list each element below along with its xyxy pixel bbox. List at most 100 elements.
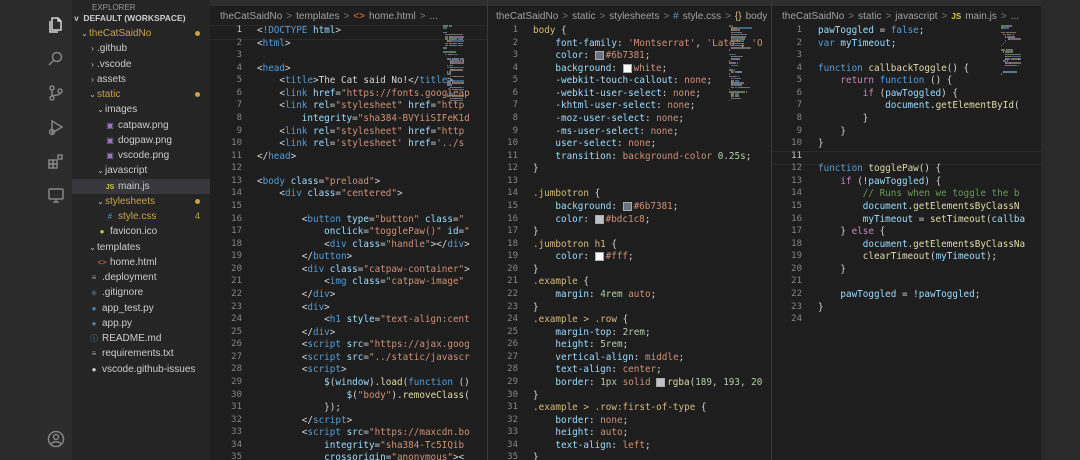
- tree-item-style-css[interactable]: # style.css 4: [72, 209, 210, 224]
- code-line[interactable]: } else {: [818, 226, 885, 237]
- breadcrumb-item[interactable]: theCatSaidNo: [496, 11, 558, 22]
- code-line[interactable]: .jumbotron h1 {: [533, 239, 617, 250]
- code-line[interactable]: border: 1px solid rgba(189, 193, 20: [533, 377, 762, 388]
- tree-item-javascript[interactable]: ⌄javascript: [72, 163, 210, 178]
- code-line[interactable]: <link href="https://fonts.googleap: [257, 88, 469, 99]
- account-icon[interactable]: [47, 430, 65, 448]
- breadcrumb-item[interactable]: home.html: [369, 11, 416, 22]
- tree-item-catpaw-png[interactable]: ▣ catpaw.png: [72, 118, 210, 133]
- color-swatch-icon[interactable]: [656, 377, 666, 387]
- code-line[interactable]: <link rel='stylesheet' href='../s: [257, 138, 464, 149]
- code-line[interactable]: <div class="centered">: [257, 188, 402, 199]
- code-line[interactable]: }: [533, 264, 539, 275]
- workspace-header[interactable]: v DEFAULT (WORKSPACE): [72, 11, 210, 26]
- breadcrumb-item[interactable]: theCatSaidNo: [782, 11, 844, 22]
- search-icon[interactable]: [47, 50, 65, 68]
- code-line[interactable]: color: #bdc1c8;: [533, 214, 650, 225]
- code-line[interactable]: function togglePaw() {: [818, 163, 941, 174]
- code-line[interactable]: -moz-user-select: none;: [533, 113, 684, 124]
- code-line[interactable]: <!DOCTYPE html>: [257, 25, 341, 36]
- tree-item-thecatsaidno[interactable]: ⌄theCatSaidNo: [72, 26, 210, 41]
- code-line[interactable]: <img class="catpaw-image": [257, 276, 464, 287]
- editor-tab-strip[interactable]: [772, 0, 1041, 6]
- code-line[interactable]: -khtml-user-select: none;: [533, 100, 695, 111]
- color-swatch-icon[interactable]: [594, 51, 604, 61]
- css-file-icon[interactable]: #: [673, 11, 679, 22]
- code-line[interactable]: body {: [533, 25, 567, 36]
- code-line[interactable]: return function () {: [818, 75, 952, 86]
- color-swatch-icon[interactable]: [594, 214, 604, 224]
- breadcrumb-item[interactable]: theCatSaidNo: [220, 11, 282, 22]
- code-line[interactable]: <link rel="stylesheet" href="http: [257, 100, 464, 111]
- run-debug-icon[interactable]: [47, 118, 65, 136]
- code-line[interactable]: vertical-align: middle;: [533, 352, 684, 363]
- code-line[interactable]: function callbackToggle() {: [818, 63, 969, 74]
- code-line[interactable]: color: #fff;: [533, 251, 633, 262]
- code-line[interactable]: height: 5rem;: [533, 339, 628, 350]
- code-line[interactable]: border: none;: [533, 415, 628, 426]
- tree-item-readme-md[interactable]: ⓘ README.md: [72, 331, 210, 346]
- editor-pane-js[interactable]: theCatSaidNo > static > javascript > JS main.js…: [772, 0, 1041, 460]
- code-line[interactable]: .example {: [533, 276, 589, 287]
- code-line[interactable]: clearTimeout(myTimeout);: [818, 251, 997, 262]
- breadcrumb-item[interactable]: static: [858, 11, 881, 22]
- files-icon[interactable]: [47, 16, 65, 34]
- color-swatch-icon[interactable]: [622, 63, 632, 73]
- code-line[interactable]: }: [533, 302, 539, 313]
- breadcrumb-item[interactable]: static: [572, 11, 595, 22]
- code-line[interactable]: <html>: [257, 38, 291, 49]
- code-line[interactable]: if (pawToggled) {: [818, 88, 958, 99]
- code-line[interactable]: -webkit-touch-callout: none;: [533, 75, 712, 86]
- code-line[interactable]: <script src="https://maxcdn.bo: [257, 427, 470, 438]
- code-line[interactable]: color: #6b7381;: [533, 50, 650, 61]
- minimap[interactable]: [1001, 25, 1041, 455]
- code-line[interactable]: </head>: [257, 151, 296, 162]
- source-control-icon[interactable]: [47, 84, 65, 102]
- code-line[interactable]: }: [533, 226, 539, 237]
- code-line[interactable]: transition: background-color 0.25s;: [533, 151, 751, 162]
- code-line[interactable]: text-align: center;: [533, 364, 661, 375]
- code-line[interactable]: text-align: left;: [533, 440, 650, 451]
- code-line[interactable]: if (!pawToggled) {: [818, 176, 941, 187]
- minimap[interactable]: [443, 25, 483, 455]
- breadcrumb-item[interactable]: ...: [430, 11, 438, 22]
- code-line[interactable]: document.getElementsByClassNa: [818, 239, 1025, 250]
- html-file-icon[interactable]: <>: [353, 11, 365, 22]
- editor-tab-strip[interactable]: [488, 0, 771, 6]
- code-line[interactable]: </div>: [257, 289, 336, 300]
- breadcrumb-item[interactable]: style.css: [683, 11, 721, 22]
- code-line[interactable]: }: [533, 390, 539, 401]
- code-line[interactable]: }: [818, 138, 824, 149]
- code-line[interactable]: }: [818, 302, 824, 313]
- remote-explorer-icon[interactable]: [47, 186, 65, 204]
- tree-item-app-py[interactable]: ● app.py: [72, 316, 210, 331]
- tree-item--github[interactable]: › .github: [72, 41, 210, 56]
- tree-item--gitignore[interactable]: ◆ .gitignore: [72, 285, 210, 300]
- code-line[interactable]: </button>: [257, 251, 352, 262]
- code-line[interactable]: integrity="sha384-BVYiiSIFeK1d: [257, 113, 470, 124]
- code-line[interactable]: }: [818, 113, 869, 124]
- minimap[interactable]: [729, 25, 769, 455]
- code-line[interactable]: <h1 style="text-align:cent: [257, 314, 470, 325]
- tree-item-static[interactable]: ⌄static: [72, 87, 210, 102]
- code-line[interactable]: // Runs when we toggle the b: [818, 188, 1020, 199]
- code-line[interactable]: });: [257, 402, 341, 413]
- breadcrumb[interactable]: theCatSaidNo > static > stylesheets > # style.c…: [494, 9, 769, 25]
- code-line[interactable]: document.getElementById(: [818, 100, 1019, 111]
- code-line[interactable]: </div>: [257, 327, 336, 338]
- tree-item--vscode[interactable]: › .vscode: [72, 57, 210, 72]
- code-line[interactable]: $(window).load(function (): [257, 377, 470, 388]
- breadcrumb-item[interactable]: main.js: [965, 11, 997, 22]
- code-line[interactable]: <div class="catpaw-container">: [257, 264, 470, 275]
- breadcrumb-item[interactable]: stylesheets: [609, 11, 659, 22]
- breadcrumb-item[interactable]: templates: [296, 11, 339, 22]
- tree-item--deployment[interactable]: ≡ .deployment: [72, 270, 210, 285]
- javascript-file-icon[interactable]: JS: [951, 12, 961, 21]
- breadcrumb-item[interactable]: body: [746, 11, 768, 22]
- tree-item-app-test-py[interactable]: ● app_test.py: [72, 301, 210, 316]
- breadcrumb[interactable]: theCatSaidNo > static > javascript > JS main.js…: [780, 9, 1021, 25]
- code-line[interactable]: pawToggled = !pawToggled;: [818, 289, 980, 300]
- tree-item-templates[interactable]: ⌄templates: [72, 240, 210, 255]
- code-line[interactable]: <title>The Cat said No!</title>: [257, 75, 453, 86]
- code-line[interactable]: }: [533, 452, 539, 460]
